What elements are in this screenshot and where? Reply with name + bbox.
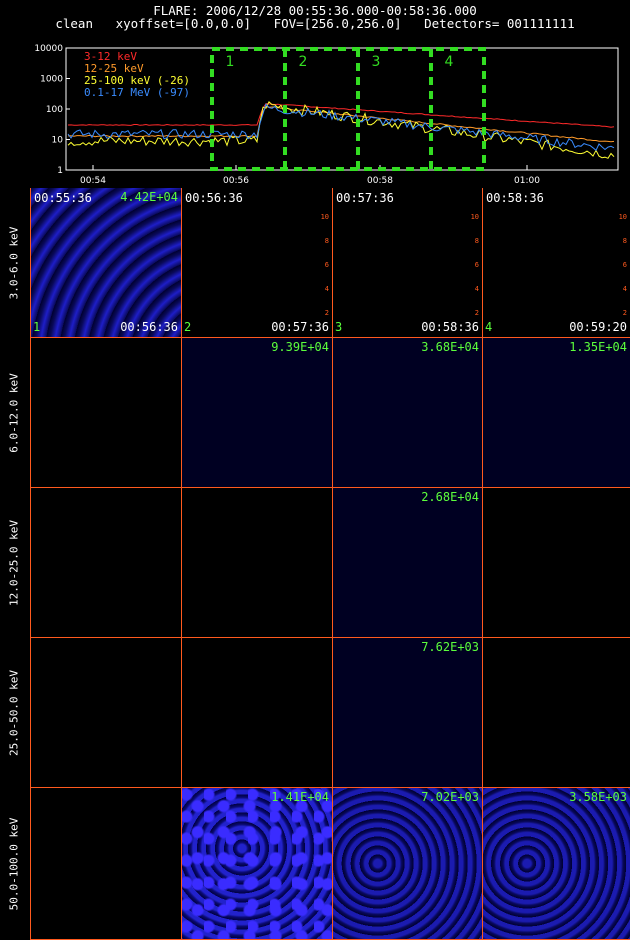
axis-tick-label: 2 xyxy=(474,309,479,317)
interval-label: 3 xyxy=(372,54,381,70)
row-label: 6.0-12.0 keV xyxy=(7,373,21,453)
cell-number: 1 xyxy=(33,320,41,334)
image-cell: 3.68E+04 xyxy=(332,338,482,488)
image-cell: 9.39E+04 xyxy=(181,338,332,488)
cell-start-time: 00:57:36 xyxy=(336,191,394,205)
axis-tick-label: 10 xyxy=(470,213,479,221)
y-tick-label: 100 xyxy=(46,105,63,115)
image-cell: 00:57:36 00:58:36 3 2 4 6 8 10 xyxy=(332,188,482,338)
cell-end-time: 00:57:36 xyxy=(271,320,329,334)
axis-tick-label: 8 xyxy=(474,237,479,245)
axis-tick-label: 4 xyxy=(474,285,479,293)
row-label: 12.0-25.0 keV xyxy=(7,519,21,607)
row-label: 25.0-50.0 keV xyxy=(7,669,21,757)
row-label: 50.0-100.0 keV xyxy=(7,817,21,911)
image-cell xyxy=(181,488,332,638)
lightcurve-chart: 100001000100101 00:54 00:56 00:58 01:00 3-1… xyxy=(34,44,619,186)
interval-label: 4 xyxy=(445,54,454,70)
image-cell: 00:56:36 00:57:36 2 2 4 6 8 10 xyxy=(181,188,332,338)
axis-tick-label: 8 xyxy=(324,237,329,245)
axis-tick-label: 4 xyxy=(324,285,329,293)
image-grid: 3.0-6.0 keV 6.0-12.0 keV 12.0-25.0 keV 2… xyxy=(0,188,630,940)
image-cell: 00:55:36 4.42E+04 00:56:36 1 xyxy=(30,188,181,338)
cell-max-value: 9.39E+04 xyxy=(271,340,329,354)
cell-max-value: 7.02E+03 xyxy=(421,790,479,804)
y-tick-label: 1 xyxy=(57,166,63,176)
cell-start-time: 00:56:36 xyxy=(185,191,243,205)
axis-tick-label: 4 xyxy=(622,285,627,293)
axis-tick-label: 10 xyxy=(618,213,627,221)
interval-label: 2 xyxy=(299,54,308,70)
x-tick-label: 00:56 xyxy=(223,176,249,186)
y-tick-label: 1000 xyxy=(40,75,63,85)
image-cell: 2.68E+04 xyxy=(332,488,482,638)
cell-end-time: 00:58:36 xyxy=(421,320,479,334)
x-tick-label: 01:00 xyxy=(514,176,540,186)
cell-max-value: 3.68E+04 xyxy=(421,340,479,354)
cell-max-value: 7.62E+03 xyxy=(421,640,479,654)
cell-max-value: 2.68E+04 xyxy=(421,490,479,504)
image-cell xyxy=(482,638,630,788)
plot-subtitle: clean xyoffset=[0.0,0.0] FOV=[256.0,256.… xyxy=(55,16,575,31)
axis-tick-label: 6 xyxy=(622,261,627,269)
image-cell xyxy=(181,638,332,788)
image-cell: 1.35E+04 xyxy=(482,338,630,488)
image-cell: 1.41E+04 xyxy=(181,788,332,940)
x-tick-label: 00:58 xyxy=(367,176,393,186)
legend-entry: 0.1-17 MeV (-97) xyxy=(84,86,190,99)
cell-end-time: 00:56:36 xyxy=(120,320,178,334)
image-cell xyxy=(30,788,181,940)
image-cell xyxy=(482,488,630,638)
image-cell xyxy=(30,638,181,788)
interval-label: 1 xyxy=(226,54,235,70)
cell-start-time: 00:58:36 xyxy=(486,191,544,205)
image-cell xyxy=(30,488,181,638)
axis-tick-label: 2 xyxy=(622,309,627,317)
image-cell: 7.02E+03 xyxy=(332,788,482,940)
cell-end-time: 00:59:20 xyxy=(569,320,627,334)
axis-tick-label: 6 xyxy=(324,261,329,269)
cell-max-value: 1.41E+04 xyxy=(271,790,329,804)
image-cell: 3.58E+03 xyxy=(482,788,630,940)
image-cell: 00:58:36 00:59:20 4 2 4 6 8 10 xyxy=(482,188,630,338)
cell-start-time: 00:55:36 xyxy=(34,191,92,205)
axis-tick-label: 2 xyxy=(324,309,329,317)
x-tick-label: 00:54 xyxy=(80,176,106,186)
image-cell: 7.62E+03 xyxy=(332,638,482,788)
cell-max-value: 1.35E+04 xyxy=(569,340,627,354)
cell-number: 3 xyxy=(335,320,343,334)
axis-tick-label: 8 xyxy=(622,237,627,245)
y-tick-label: 10000 xyxy=(34,44,63,54)
cell-max-value: 3.58E+03 xyxy=(569,790,627,804)
axis-tick-label: 10 xyxy=(320,213,329,221)
cell-number: 4 xyxy=(485,320,493,334)
row-label: 3.0-6.0 keV xyxy=(7,226,21,300)
cell-number: 2 xyxy=(184,320,192,334)
image-cell xyxy=(30,338,181,488)
axis-tick-label: 6 xyxy=(474,261,479,269)
y-tick-label: 10 xyxy=(52,136,64,146)
cell-max-value: 4.42E+04 xyxy=(120,190,178,204)
